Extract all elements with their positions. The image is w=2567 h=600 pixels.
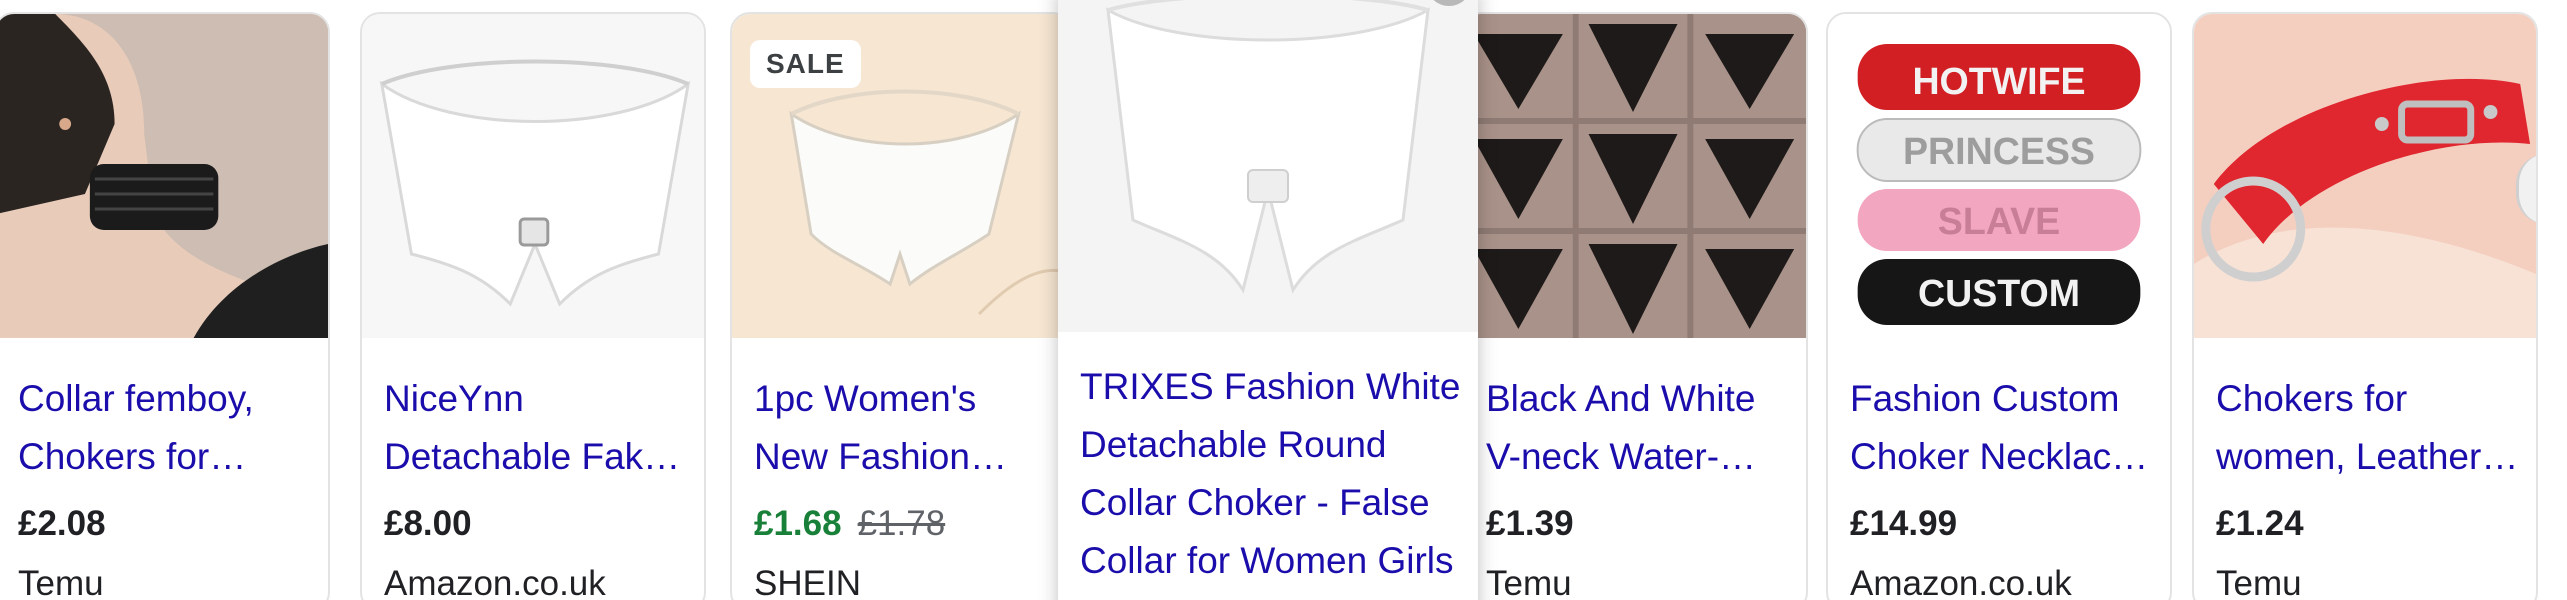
product-image[interactable]: SALE <box>732 14 1070 338</box>
lace-collars-grid-photo <box>1464 14 1806 338</box>
product-image[interactable]: HOTWIFE PRINCESS SLAVE CUSTOM <box>1828 14 2170 338</box>
product-price: £1.24 <box>2216 504 2304 543</box>
product-price: £8.00 <box>384 504 472 543</box>
product-title[interactable]: NiceYnn Detachable Fake Collar <box>384 370 694 486</box>
product-title[interactable]: Chokers for women, Leather Choker Ring <box>2216 370 2526 486</box>
product-title[interactable]: Collar femboy, Chokers for women, Lace C… <box>18 370 318 486</box>
sale-badge: SALE <box>750 40 861 88</box>
product-card[interactable]: SALE 1pc Women's New Fashion Detachable … <box>730 12 1072 600</box>
product-price: £14.99 <box>1850 504 1958 543</box>
product-image[interactable] <box>362 14 704 338</box>
product-price: £2.08 <box>18 504 106 543</box>
product-merchant: Temu <box>2216 564 2302 600</box>
product-merchant: Amazon.co.uk <box>1850 564 2072 600</box>
original-price: £1.78 <box>857 504 946 543</box>
product-image[interactable] <box>2194 14 2536 338</box>
product-title[interactable]: 1pc Women's New Fashion Detachable Colla… <box>754 370 1060 486</box>
red-leather-choker-photo <box>2194 14 2536 338</box>
product-card[interactable]: NiceYnn Detachable Fake Collar £8.00 Ama… <box>360 12 706 600</box>
product-merchant: Temu <box>1486 564 1572 600</box>
product-image[interactable] <box>1058 0 1478 332</box>
choker-word: SLAVE <box>1938 201 2060 243</box>
product-price: £1.39 <box>1486 504 1574 543</box>
shopping-results-strip: Collar femboy, Chokers for women, Lace C… <box>0 0 2567 600</box>
product-card-expanded[interactable]: TRIXES Fashion White Detachable Round Co… <box>1058 0 1478 600</box>
product-price: £1.68 £1.78 <box>754 504 945 544</box>
product-card[interactable]: Collar femboy, Chokers for women, Lace C… <box>0 12 330 600</box>
product-title[interactable]: TRIXES Fashion White Detachable Round Co… <box>1080 358 1464 590</box>
choker-word: PRINCESS <box>1903 131 2095 173</box>
product-merchant: Amazon.co.uk <box>384 564 606 600</box>
product-image[interactable] <box>1464 14 1806 338</box>
custom-letter-chokers-photo: HOTWIFE PRINCESS SLAVE CUSTOM <box>1828 14 2170 338</box>
lace-choker-photo <box>0 14 328 338</box>
product-image[interactable] <box>0 14 328 338</box>
product-card[interactable]: Chokers for women, Leather Choker Ring £… <box>2192 12 2538 600</box>
choker-word: HOTWIFE <box>1912 61 2085 103</box>
product-title[interactable]: Black And White V-neck Water-soluble Lac… <box>1486 370 1796 486</box>
white-fake-collar-photo <box>362 14 704 338</box>
product-merchant: Temu <box>18 564 104 600</box>
product-merchant: SHEIN <box>754 564 861 600</box>
product-title[interactable]: Fashion Custom Choker Necklace Letters <box>1850 370 2160 486</box>
product-card[interactable]: HOTWIFE PRINCESS SLAVE CUSTOM Fashion Cu… <box>1826 12 2172 600</box>
product-card[interactable]: Black And White V-neck Water-soluble Lac… <box>1462 12 1808 600</box>
round-white-collar-photo <box>1058 0 1478 332</box>
choker-word: CUSTOM <box>1918 273 2080 315</box>
sale-price: £1.68 <box>754 504 842 543</box>
